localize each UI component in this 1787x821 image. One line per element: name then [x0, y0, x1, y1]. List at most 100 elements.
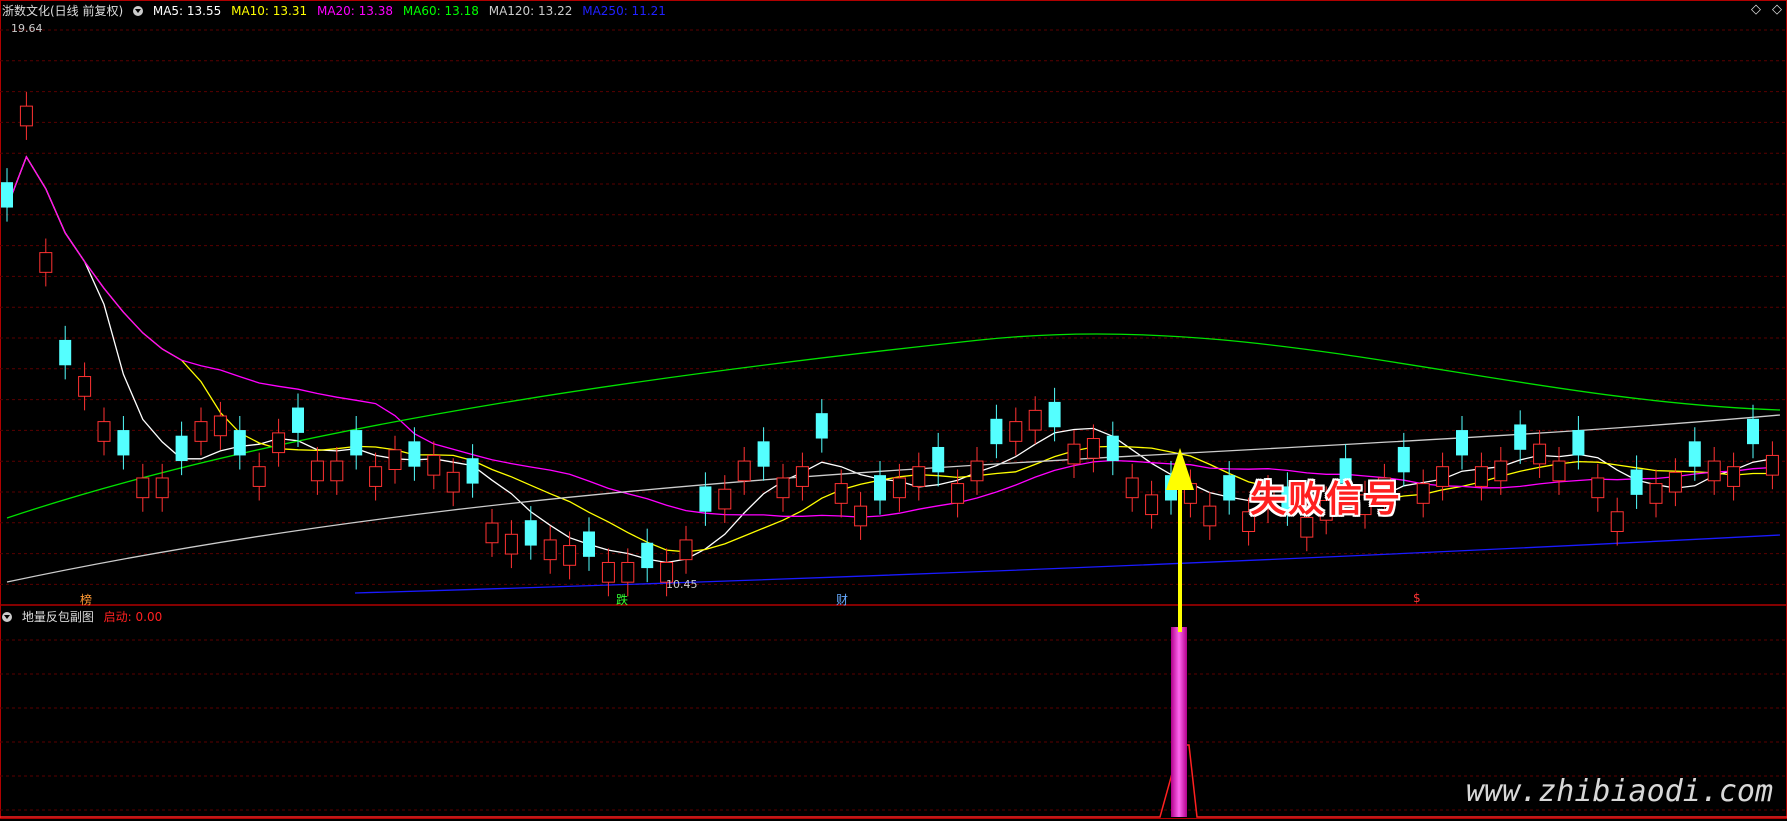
ma-line — [6, 155, 1773, 518]
candle-body — [504, 533, 518, 555]
candle-body — [233, 430, 246, 456]
watermark: www.zhibiaodi.com — [1465, 774, 1773, 809]
candle-body — [912, 466, 926, 487]
candle-body — [621, 561, 635, 583]
candle-body — [1610, 511, 1624, 532]
candle-body — [388, 449, 402, 471]
candle-body — [679, 539, 693, 561]
ma10-label: MA10: 13.31 — [231, 4, 308, 18]
ma120-label: MA120: 13.22 — [488, 4, 573, 18]
candle-body — [39, 252, 53, 273]
frame — [0, 0, 1787, 819]
candle-body — [252, 466, 266, 487]
candle-body — [737, 460, 751, 482]
candle-body — [59, 339, 72, 366]
candle-body — [1145, 494, 1159, 516]
low-price-label: 10.45 — [666, 578, 698, 591]
candle-body — [563, 545, 577, 566]
ma20-label: MA20: 13.38 — [316, 4, 394, 18]
candle-body — [1591, 477, 1605, 499]
candle-body — [1630, 469, 1643, 495]
candle-body — [78, 376, 92, 397]
candle-body — [641, 542, 654, 569]
candle-body — [117, 430, 130, 456]
sub-indicator-value: 启动: 0.00 — [103, 610, 163, 624]
candle-body — [1009, 421, 1023, 442]
candle-body — [1397, 446, 1410, 473]
candles — [1, 92, 1779, 597]
candle-body — [834, 483, 848, 504]
candle-body — [330, 460, 344, 482]
restore-icon[interactable]: ◇ — [1751, 2, 1761, 17]
collapse-icon[interactable] — [133, 6, 144, 16]
collapse-icon[interactable] — [2, 612, 12, 622]
candle-body — [1668, 471, 1682, 493]
candle-body — [1649, 483, 1663, 504]
candle-body — [213, 415, 227, 437]
restore-icon[interactable]: ◇ — [1772, 2, 1782, 17]
candle-body — [1456, 430, 1468, 456]
ma250-label: MA250: 11.21 — [582, 4, 666, 18]
candle-body — [1747, 418, 1759, 445]
candle-body — [1125, 477, 1139, 499]
candle-body — [446, 471, 460, 493]
candle-body — [1203, 505, 1217, 527]
candle-body — [583, 531, 595, 557]
ma-line — [6, 155, 1773, 553]
candle-body — [310, 460, 324, 482]
candle-body — [175, 435, 188, 462]
candle-body — [776, 477, 790, 499]
candle-body — [1688, 441, 1701, 467]
marker-dollar[interactable]: $ — [1413, 591, 1421, 605]
ma60-label: MA60: 13.18 — [402, 4, 479, 18]
marker-cai[interactable]: 财 — [836, 591, 848, 608]
chart-header: 浙数文化(日线 前复权) MA5: 13.55 MA10: 13.31 MA20… — [2, 2, 672, 19]
candle-body — [194, 421, 208, 442]
candle-body — [1048, 401, 1061, 428]
candle-body — [1474, 466, 1488, 487]
candle-body — [543, 539, 557, 561]
candle-body — [369, 466, 383, 487]
candle-body — [1416, 483, 1430, 504]
candle-body — [874, 475, 886, 501]
sub-header: 地量反包副图 启动: 0.00 — [2, 608, 168, 625]
candle-body — [1086, 438, 1100, 459]
candle-body — [136, 477, 150, 499]
candle-body — [718, 488, 732, 510]
marker-bang[interactable]: 榜 — [80, 591, 92, 608]
candle-body — [601, 561, 615, 583]
candle-body — [1727, 466, 1741, 487]
candle-body — [1, 182, 13, 208]
candle-body — [1067, 443, 1081, 465]
candle-body — [757, 441, 770, 467]
ma5-label: MA5: 13.55 — [152, 4, 222, 18]
candle-body — [466, 458, 479, 484]
candle-body — [1028, 409, 1042, 431]
candle-body — [408, 441, 421, 467]
candle-body — [970, 460, 984, 482]
candle-body — [1494, 460, 1508, 482]
candle-body — [427, 454, 441, 476]
marker-die[interactable]: 跌 — [616, 591, 628, 608]
candle-body — [892, 477, 906, 499]
candle-body — [815, 413, 828, 439]
candle-body — [1765, 454, 1779, 476]
signal-bar — [1171, 627, 1187, 817]
chart-grid — [0, 0, 1787, 819]
candle-body — [97, 421, 111, 442]
ma-line — [6, 155, 1773, 564]
failure-signal-label: 失败信号 — [1250, 479, 1403, 520]
candle-body — [485, 522, 499, 544]
ma-lines — [6, 155, 1781, 594]
candle-body — [350, 430, 363, 456]
high-price-label: 19.64 — [11, 22, 43, 35]
candle-body — [795, 466, 809, 487]
candle-body — [1707, 460, 1721, 482]
candle-body — [1436, 466, 1450, 487]
candle-body — [854, 505, 868, 527]
candle-body — [1223, 475, 1236, 501]
candle-body — [155, 477, 169, 499]
candle-body — [19, 105, 33, 127]
sub-indicator-name: 地量反包副图 — [21, 610, 94, 624]
candle-body — [524, 520, 537, 546]
